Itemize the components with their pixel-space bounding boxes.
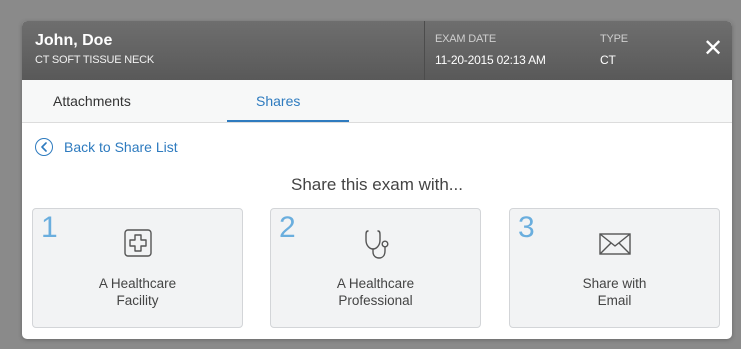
share-option-healthcare-facility[interactable]: 1 A Healthcare Facility bbox=[32, 208, 243, 328]
share-option-healthcare-professional[interactable]: 2 A Healthcare Professional bbox=[270, 208, 481, 328]
envelope-icon bbox=[598, 233, 631, 255]
option-label-line1: A Healthcare bbox=[336, 276, 415, 291]
header-divider bbox=[424, 21, 425, 80]
option-label-line2: Professional bbox=[338, 293, 413, 308]
option-label-line2: Facility bbox=[116, 293, 159, 308]
option-label-line1: A Healthcare bbox=[98, 276, 177, 291]
type-value: CT bbox=[600, 53, 616, 67]
share-option-email[interactable]: 3 Share with Email bbox=[509, 208, 720, 328]
tab-attachments[interactable]: Attachments bbox=[53, 80, 131, 122]
tab-bar: Attachments Shares bbox=[22, 80, 732, 123]
hospital-cross-icon bbox=[123, 229, 152, 257]
close-icon[interactable]: ✕ bbox=[702, 35, 724, 63]
exam-date-value: 11-20-2015 02:13 AM bbox=[435, 53, 546, 67]
active-tab-indicator bbox=[227, 120, 349, 122]
share-title: Share this exam with... bbox=[291, 175, 463, 194]
chevron-left-circle-icon bbox=[35, 138, 53, 156]
type-label: TYPE bbox=[600, 33, 628, 45]
exam-date-label: EXAM DATE bbox=[435, 33, 496, 45]
back-to-share-list-link[interactable]: Back to Share List bbox=[35, 137, 178, 157]
exam-description: CT SOFT TISSUE NECK bbox=[35, 54, 155, 66]
back-link-label: Back to Share List bbox=[64, 139, 178, 155]
exam-header: John, Doe CT SOFT TISSUE NECK EXAM DATE … bbox=[22, 21, 732, 80]
option-label-line1: Share with bbox=[582, 276, 647, 291]
option-label-line2: Email bbox=[597, 293, 632, 308]
share-exam-modal: John, Doe CT SOFT TISSUE NECK EXAM DATE … bbox=[22, 21, 732, 339]
stethoscope-icon bbox=[364, 230, 389, 259]
patient-name: John, Doe bbox=[35, 32, 113, 49]
tab-shares[interactable]: Shares bbox=[256, 80, 300, 122]
